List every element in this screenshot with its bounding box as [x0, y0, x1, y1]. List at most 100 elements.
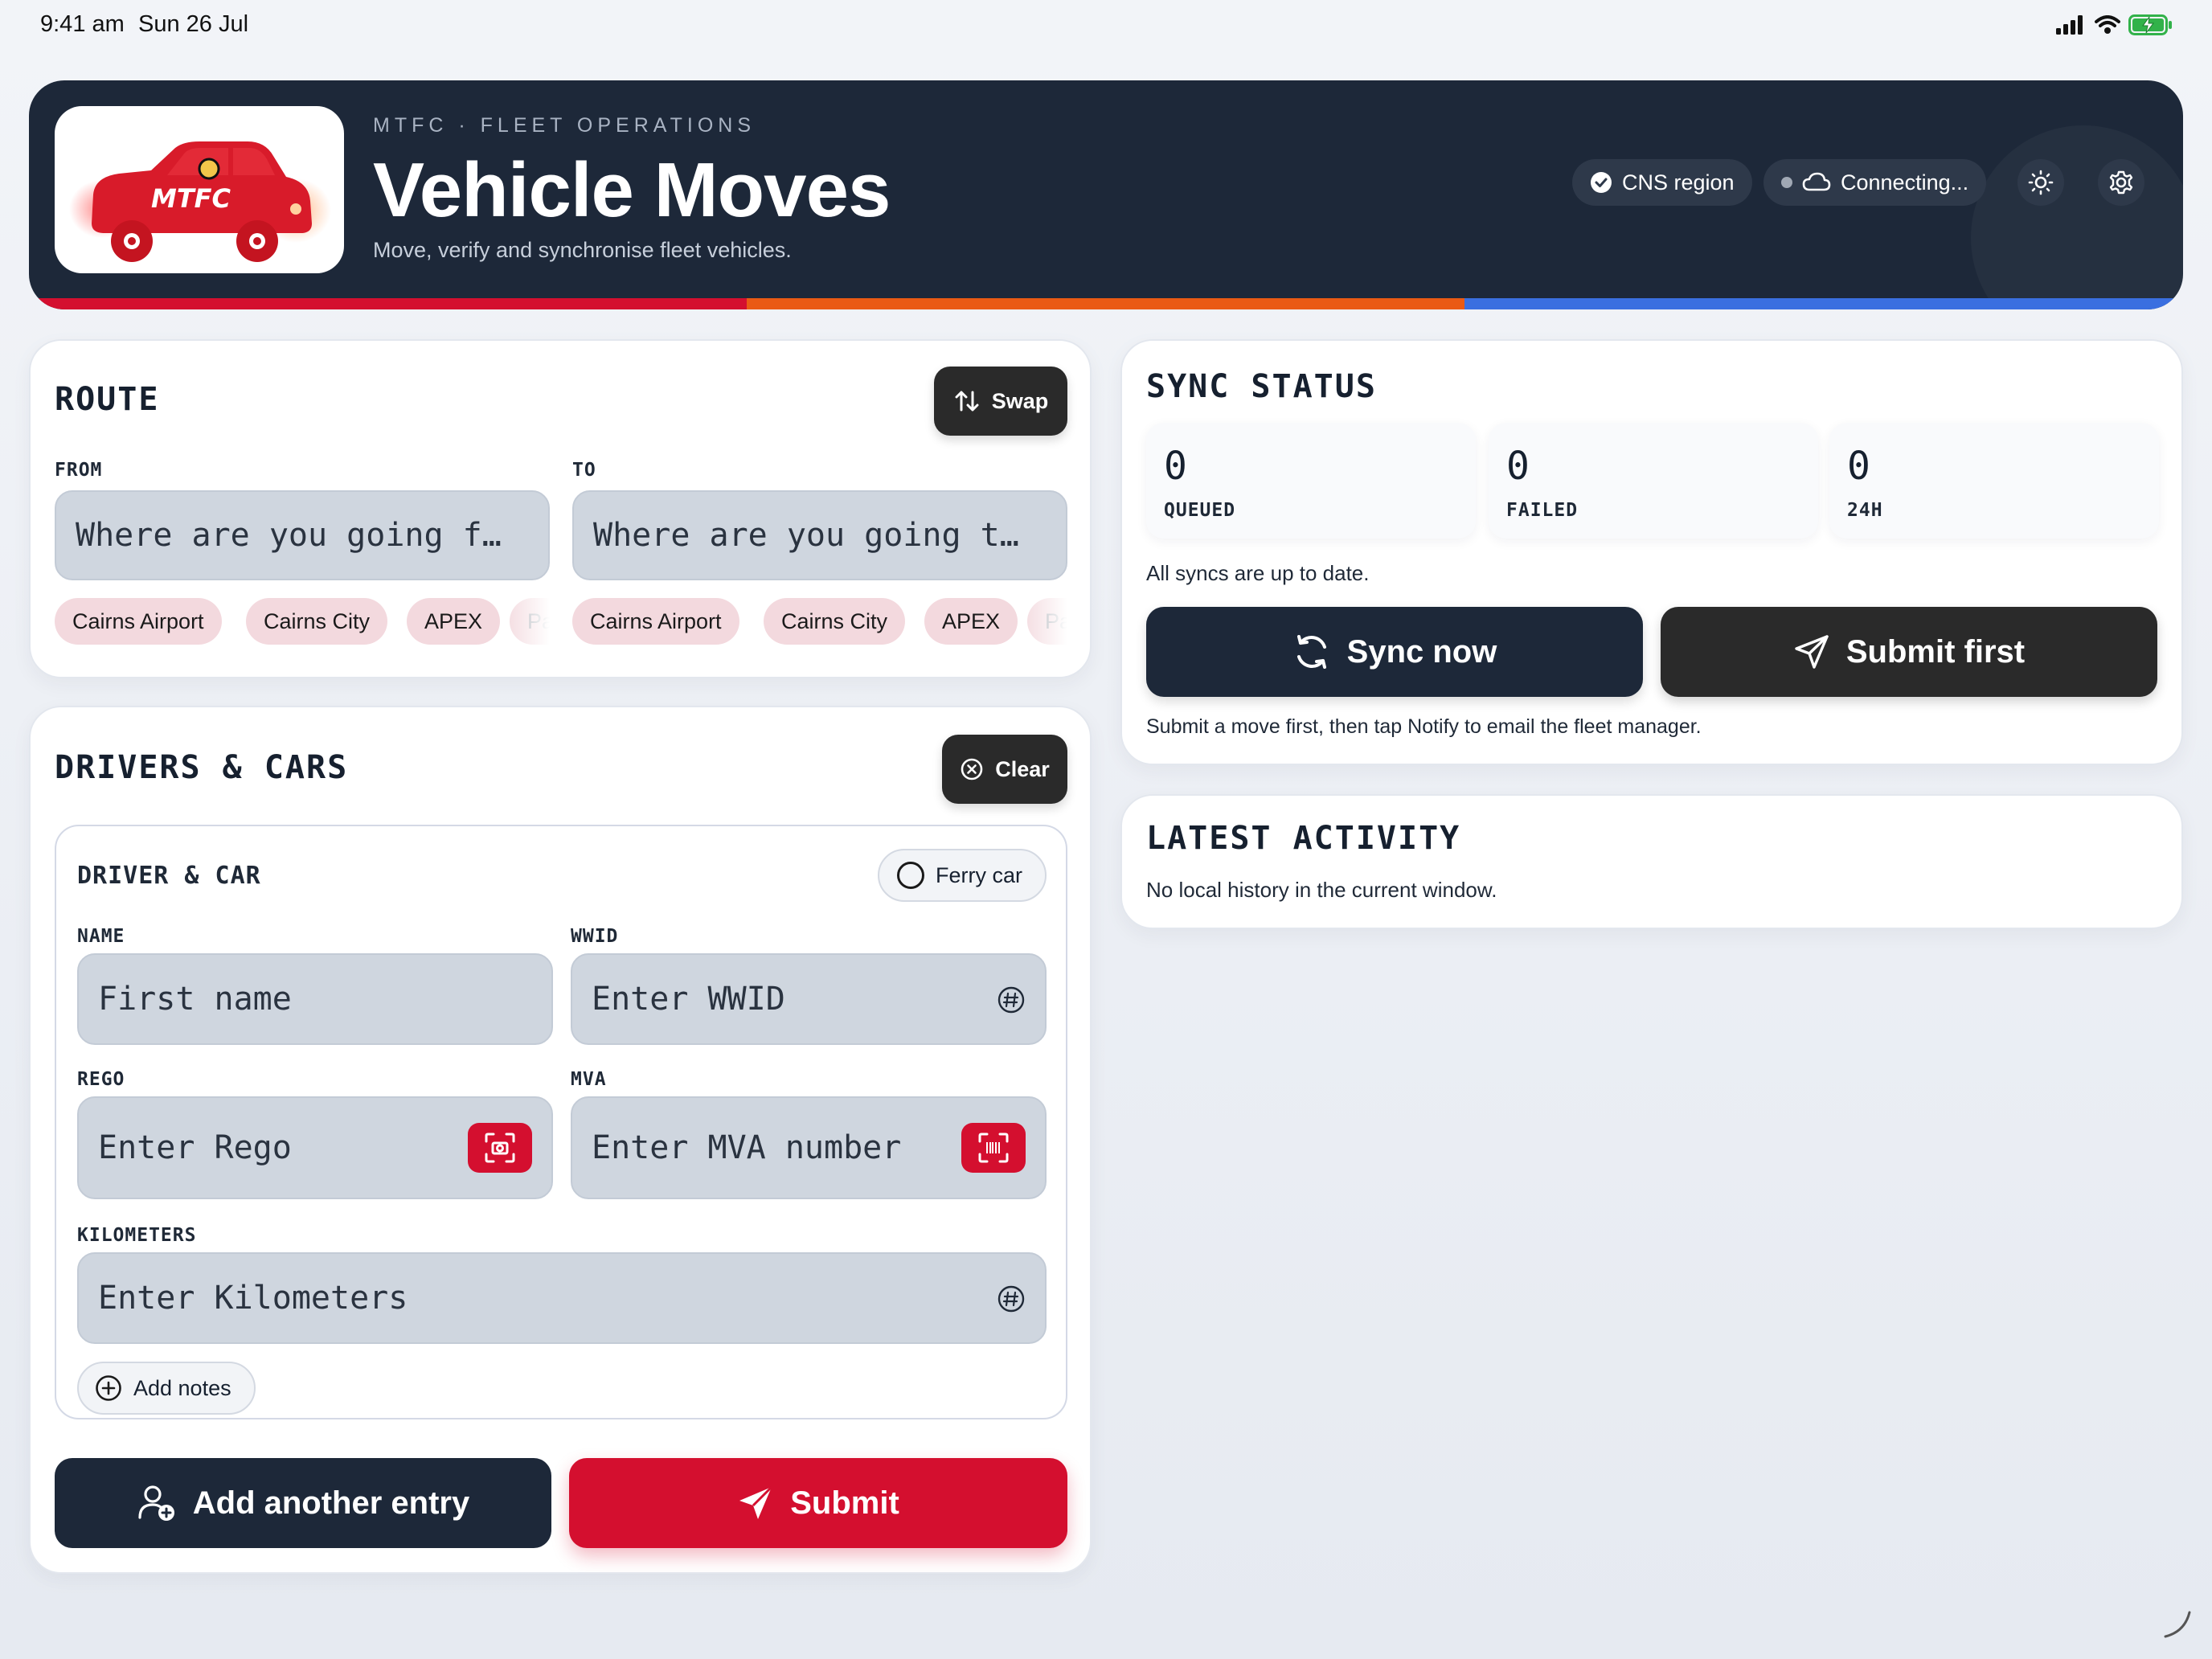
- name-placeholder: First name: [98, 981, 292, 1018]
- sync-hint: Submit a move first, then tap Notify to …: [1146, 715, 1702, 738]
- to-chip-row: Cairns Airport Cairns City APEX Pa: [572, 598, 1067, 649]
- theme-toggle-button[interactable]: [2017, 159, 2064, 206]
- red-car-icon: MTFC: [69, 141, 331, 262]
- header-stripe-blue: [1464, 298, 2183, 309]
- swap-button[interactable]: Swap: [934, 367, 1067, 436]
- kilometers-input[interactable]: Enter Kilometers: [77, 1252, 1047, 1344]
- queued-count: 0: [1164, 444, 1187, 489]
- close-circle-icon: [961, 758, 983, 780]
- wwid-placeholder: Enter WWID: [592, 981, 785, 1018]
- to-chip-cairns-airport[interactable]: Cairns Airport: [572, 598, 739, 645]
- wwid-input[interactable]: Enter WWID: [571, 953, 1047, 1045]
- from-chip-cairns-airport[interactable]: Cairns Airport: [55, 598, 222, 645]
- add-notes-button[interactable]: Add notes: [77, 1362, 256, 1415]
- status-dot: [1781, 177, 1792, 188]
- send-outline-icon: [1795, 635, 1829, 669]
- status-bar: 9:41 am Sun 26 Jul: [0, 0, 2212, 51]
- add-notes-label: Add notes: [133, 1375, 231, 1400]
- to-label: TO: [572, 460, 596, 481]
- region-badge[interactable]: CNS region: [1572, 159, 1752, 206]
- to-input[interactable]: Where are you going t…: [572, 490, 1067, 580]
- route-card: ROUTE Swap FROM TO Where are you going f…: [29, 339, 1092, 678]
- status-date: Sun 26 Jul: [138, 11, 249, 37]
- latest-activity-card: LATEST ACTIVITY No local history in the …: [1120, 794, 2183, 929]
- wifi-icon: [2095, 15, 2120, 34]
- drivers-cars-card: DRIVERS & CARS Clear DRIVER & CAR Ferry …: [29, 706, 1092, 1574]
- connection-status-badge[interactable]: Connecting...: [1763, 159, 1987, 206]
- sync-title: SYNC STATUS: [1146, 368, 1377, 405]
- scan-mva-button[interactable]: [961, 1123, 1026, 1173]
- header-stripe-orange: [747, 298, 1464, 309]
- swap-vertical-icon: [955, 391, 979, 412]
- entry-title: DRIVER & CAR: [77, 862, 261, 890]
- to-chip-cairns-city[interactable]: Cairns City: [764, 598, 906, 645]
- add-another-entry-button[interactable]: Add another entry: [55, 1458, 551, 1548]
- header-decoration: [1971, 125, 2183, 309]
- stat-queued: 0 QUEUED: [1146, 423, 1476, 539]
- logo-text: MTFC: [151, 183, 231, 214]
- from-input[interactable]: Where are you going f…: [55, 490, 550, 580]
- cloud-icon: [1802, 172, 1831, 191]
- day-label: 24H: [1847, 500, 1883, 521]
- sync-status-text: All syncs are up to date.: [1146, 561, 1370, 585]
- sync-now-label: Sync now: [1346, 633, 1497, 670]
- camera-scan-icon: [485, 1133, 515, 1163]
- km-label: KILOMETERS: [77, 1225, 197, 1246]
- from-placeholder: Where are you going f…: [76, 517, 502, 554]
- sync-status-card: SYNC STATUS: [1120, 339, 2183, 765]
- stat-24h: 0 24H: [1829, 423, 2159, 539]
- refresh-icon: [1296, 635, 1326, 669]
- drivers-title: DRIVERS & CARS: [55, 749, 349, 786]
- route-title: ROUTE: [55, 381, 160, 418]
- mva-placeholder: Enter MVA number: [592, 1129, 902, 1166]
- page-subtitle: Move, verify and synchronise fleet vehic…: [373, 238, 792, 262]
- barcode-scan-icon: [978, 1133, 1009, 1163]
- chip-fade: [502, 598, 550, 649]
- driver-entry-panel: DRIVER & CAR Ferry car NAME WWID First n…: [55, 825, 1067, 1419]
- status-icons: [2056, 14, 2173, 35]
- mtfc-logo: MTFC: [55, 106, 344, 273]
- settings-button[interactable]: [2098, 159, 2144, 206]
- activity-title: LATEST ACTIVITY: [1146, 820, 1461, 857]
- rego-label: REGO: [77, 1069, 125, 1090]
- to-chip-apex[interactable]: APEX: [924, 598, 1018, 645]
- battery-charging-icon: [2128, 14, 2172, 35]
- ferry-car-toggle[interactable]: Ferry car: [878, 849, 1047, 902]
- submit-first-label: Submit first: [1845, 633, 2026, 670]
- resize-handle-icon[interactable]: [2161, 1608, 2193, 1640]
- check-circle-icon: [1591, 172, 1612, 193]
- name-label: NAME: [77, 926, 125, 947]
- from-chip-row: Cairns Airport Cairns City APEX Pa: [55, 598, 550, 649]
- day-count: 0: [1847, 444, 1870, 489]
- from-chip-cairns-city[interactable]: Cairns City: [246, 598, 388, 645]
- send-icon: [739, 1485, 773, 1519]
- to-placeholder: Where are you going t…: [593, 517, 1019, 554]
- hash-circle-icon: [997, 986, 1025, 1014]
- rego-placeholder: Enter Rego: [98, 1129, 292, 1166]
- clear-label: Clear: [995, 756, 1050, 781]
- name-input[interactable]: First name: [77, 953, 553, 1045]
- add-user-icon: [138, 1485, 174, 1521]
- region-label: CNS region: [1622, 170, 1735, 195]
- hash-circle-icon: [997, 1285, 1025, 1313]
- queued-label: QUEUED: [1164, 500, 1236, 521]
- app-header: MTFC MTFC · FLEET OPERATIONS Vehicle Mov…: [29, 80, 2183, 309]
- wwid-label: WWID: [571, 926, 619, 947]
- failed-label: FAILED: [1506, 500, 1579, 521]
- clear-button[interactable]: Clear: [942, 735, 1067, 804]
- stat-failed: 0 FAILED: [1489, 423, 1818, 539]
- submit-first-button[interactable]: Submit first: [1661, 607, 2157, 697]
- scan-rego-button[interactable]: [468, 1123, 532, 1173]
- add-another-entry-label: Add another entry: [192, 1485, 470, 1521]
- gear-icon: [2109, 170, 2133, 195]
- swap-label: Swap: [991, 388, 1049, 413]
- submit-button[interactable]: Submit: [569, 1458, 1067, 1548]
- chip-fade: [1019, 598, 1067, 649]
- status-time: 9:41 am: [40, 11, 125, 37]
- cellular-signal-icon: [2056, 15, 2083, 35]
- from-chip-apex[interactable]: APEX: [407, 598, 501, 645]
- km-placeholder: Enter Kilometers: [98, 1280, 408, 1317]
- sync-now-button[interactable]: Sync now: [1146, 607, 1643, 697]
- connection-label: Connecting...: [1841, 170, 1969, 195]
- failed-count: 0: [1506, 444, 1530, 489]
